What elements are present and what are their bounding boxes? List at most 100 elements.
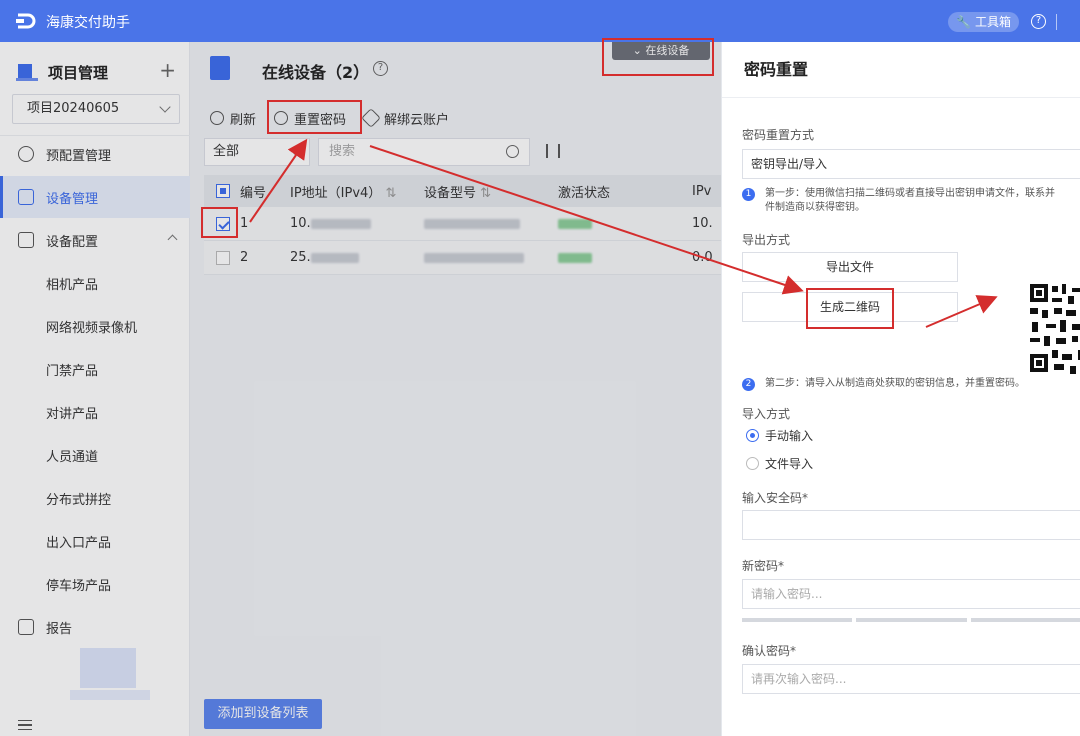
step-one: 1 第一步：使用微信扫描二维码或者直接导出密钥申请文件，联系并 件制造商以获得密钥… <box>742 187 1080 215</box>
sidebar-item-label: 人员通道 <box>46 449 99 465</box>
chevron-down-icon <box>159 101 171 113</box>
online-device-icon <box>210 56 230 80</box>
security-code-input[interactable] <box>742 510 1080 540</box>
sidebar-item-label: 相机产品 <box>46 277 99 293</box>
unbind-cloud-label: 解绑云账户 <box>384 112 450 128</box>
row-checkbox[interactable] <box>216 250 230 265</box>
gear-icon <box>18 146 34 162</box>
radio-icon <box>746 457 759 470</box>
generate-qr-button[interactable]: 生成二维码 <box>742 292 958 322</box>
row-ipv: 0.0 <box>692 250 713 265</box>
strength-segment <box>742 618 853 622</box>
row-activation-redacted <box>558 250 692 265</box>
status-filter-select[interactable]: 全部 <box>204 138 310 166</box>
sidebar-item-label: 对讲产品 <box>46 406 99 422</box>
select-all-checkbox[interactable] <box>216 184 230 198</box>
computer-illustration <box>70 648 150 700</box>
new-password-label: 新密码* <box>742 559 785 573</box>
sidebar-item-label: 设备配置 <box>46 234 99 250</box>
step-one-text-2: 件制造商以获得密钥。 <box>765 202 865 213</box>
row-number: 2 <box>240 250 249 265</box>
wrench-icon: 🔧 <box>956 15 971 29</box>
qr-code-image <box>1028 282 1080 376</box>
row-number: 1 <box>240 216 249 231</box>
help-icon[interactable]: ? <box>373 61 388 76</box>
row-ip: 10. <box>290 216 424 231</box>
device-table: 编号 IP地址（IPv4） ⇅ 设备型号 ⇅ 激活状态 IPv 1 10. 10… <box>204 175 721 275</box>
reset-method-select[interactable]: 密钥导出/导入 <box>742 149 1080 179</box>
strength-segment <box>970 618 1080 622</box>
table-row[interactable]: 2 25. 0.0 <box>204 241 721 275</box>
sidebar-item-distributed-display[interactable]: 分布式拼控 <box>0 477 190 519</box>
online-devices-collapse-tab[interactable]: ⌄ 在线设备 <box>612 42 710 60</box>
collapse-tab-label: 在线设备 <box>645 44 690 57</box>
column-filter-icon[interactable] <box>546 144 560 158</box>
menu-collapse-icon[interactable] <box>18 720 32 730</box>
title-bar: 海康交付助手 🔧 工具箱 ? <box>0 0 1080 42</box>
sidebar-item-label: 设备管理 <box>46 191 99 207</box>
reset-password-button[interactable]: 重置密码 <box>274 109 346 128</box>
sidebar-item-label: 停车场产品 <box>46 578 112 594</box>
toolbox-label: 工具箱 <box>974 15 1011 29</box>
col-number: 编号 <box>240 185 267 201</box>
sidebar-item-parking[interactable]: 停车场产品 <box>0 563 190 605</box>
sidebar-item-entrance-exit[interactable]: 出入口产品 <box>0 520 190 562</box>
col-ip[interactable]: IP地址（IPv4） ⇅ <box>290 182 424 201</box>
table-row[interactable]: 1 10. 10. <box>204 207 721 241</box>
help-icon[interactable]: ? <box>1031 14 1046 29</box>
reset-password-label: 重置密码 <box>294 112 347 128</box>
import-manual-radio[interactable]: 手动输入 <box>746 427 813 444</box>
sidebar-item-access-control[interactable]: 门禁产品 <box>0 348 190 390</box>
import-file-radio[interactable]: 文件导入 <box>746 455 813 472</box>
search-input[interactable]: 搜索 <box>318 138 530 166</box>
col-ipv: IPv <box>692 183 712 199</box>
sidebar-item-device-config[interactable]: 设备配置 <box>0 219 190 261</box>
step-number: 2 <box>742 378 755 391</box>
link-icon <box>361 108 381 128</box>
add-project-icon[interactable]: + <box>159 58 176 82</box>
reset-method-label: 密码重置方式 <box>742 128 815 142</box>
toolbox-button[interactable]: 🔧 工具箱 <box>948 12 1019 32</box>
filter-value: 全部 <box>213 144 240 159</box>
sidebar-item-device-management[interactable]: 设备管理 <box>0 176 190 218</box>
project-header: 项目管理 + <box>16 58 176 84</box>
row-ipv: 10. <box>692 216 713 231</box>
sidebar-item-label: 分布式拼控 <box>46 492 112 508</box>
col-activation: 激活状态 <box>558 185 611 201</box>
app-title: 海康交付助手 <box>46 15 130 31</box>
export-file-button[interactable]: 导出文件 <box>742 252 958 282</box>
sidebar-item-nvr[interactable]: 网络视频录像机 <box>0 305 190 347</box>
report-icon <box>18 619 34 635</box>
add-to-device-list-button[interactable]: 添加到设备列表 <box>204 699 322 729</box>
step-two-text: 第二步：请导入从制造商处获取的密钥信息，并重置密码。 <box>765 378 1025 389</box>
password-strength-bar <box>742 618 1080 622</box>
step-number: 1 <box>742 188 755 201</box>
confirm-password-input[interactable]: 请再次输入密码... <box>742 664 1080 694</box>
project-select[interactable]: 项目20240605 <box>12 94 180 124</box>
globe-icon <box>274 111 289 125</box>
step-one-text: 第一步：使用微信扫描二维码或者直接导出密钥申请文件，联系并 <box>765 188 1055 199</box>
row-checkbox[interactable] <box>216 216 230 231</box>
sidebar-item-label: 门禁产品 <box>46 363 99 379</box>
sidebar-item-preconfig[interactable]: 预配置管理 <box>0 133 190 175</box>
row-model-redacted <box>424 250 558 265</box>
sidebar-item-personnel-channel[interactable]: 人员通道 <box>0 434 190 476</box>
page-title: 在线设备（2） <box>262 63 370 82</box>
hikvision-logo-icon <box>16 13 36 29</box>
project-label: 项目管理 <box>48 63 109 82</box>
sort-icon[interactable]: ⇅ <box>480 186 491 201</box>
sort-icon[interactable]: ⇅ <box>385 186 396 201</box>
unbind-cloud-button[interactable]: 解绑云账户 <box>361 108 450 128</box>
sidebar-item-intercom[interactable]: 对讲产品 <box>0 391 190 433</box>
sidebar-item-camera[interactable]: 相机产品 <box>0 262 190 304</box>
refresh-button[interactable]: 刷新 <box>210 109 256 128</box>
title-divider <box>1056 14 1057 30</box>
col-model[interactable]: 设备型号 ⇅ <box>424 182 558 201</box>
chevron-down-icon <box>290 145 301 156</box>
new-password-input[interactable]: 请输入密码... <box>742 579 1080 609</box>
search-icon[interactable] <box>506 145 519 158</box>
main-panel: 在线设备（2） ? ⌄ 在线设备 刷新 重置密码 解绑云账户 全部 搜索 编号 … <box>190 42 721 736</box>
sidebar-item-label: 预配置管理 <box>46 148 112 164</box>
radio-label: 手动输入 <box>765 429 814 443</box>
security-code-label: 输入安全码* <box>742 491 809 505</box>
